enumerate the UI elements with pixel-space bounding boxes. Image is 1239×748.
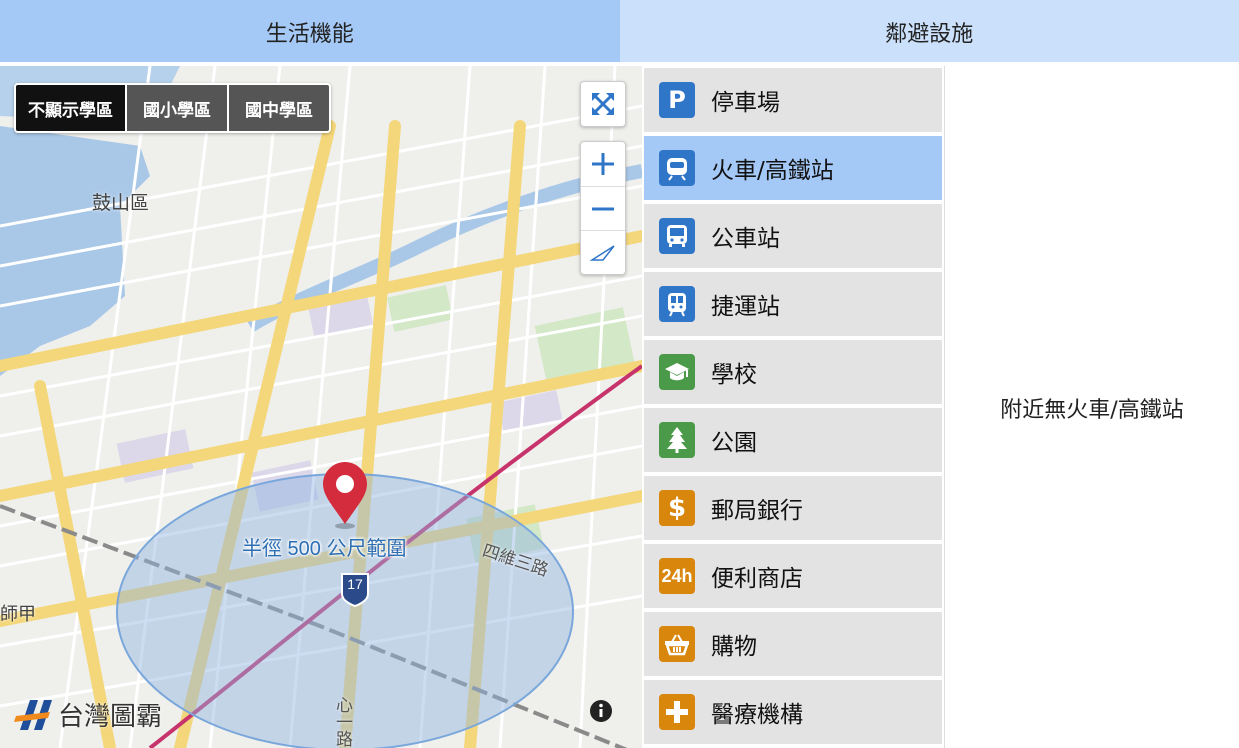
category-label: 公園 bbox=[711, 430, 757, 456]
category-item-park[interactable]: 公園 bbox=[644, 408, 942, 472]
fullscreen-icon bbox=[592, 93, 614, 115]
tab-life-functions[interactable]: 生活機能 bbox=[0, 0, 620, 64]
tab-nimby-facilities[interactable]: 鄰避設施 bbox=[619, 0, 1239, 64]
category-label: 醫療機構 bbox=[711, 702, 803, 728]
category-item-metro[interactable]: 捷運站 bbox=[644, 272, 942, 336]
category-item-convenience-store[interactable]: 24h 便利商店 bbox=[644, 544, 942, 608]
category-item-shopping[interactable]: 購物 bbox=[644, 612, 942, 676]
category-label: 火車/高鐵站 bbox=[711, 158, 834, 184]
school-district-toggle: 不顯示學區 國小學區 國中學區 bbox=[14, 83, 331, 133]
zoom-out-button[interactable] bbox=[581, 186, 625, 230]
info-icon[interactable] bbox=[589, 699, 613, 723]
taiwan-map-logo-icon bbox=[14, 699, 52, 730]
route-shield-number: 17 bbox=[347, 576, 363, 592]
category-item-parking[interactable]: P 停車場 bbox=[644, 68, 942, 132]
category-label: 捷運站 bbox=[711, 294, 780, 320]
map-canvas[interactable] bbox=[0, 66, 642, 748]
elementary-school-district-button[interactable]: 國小學區 bbox=[125, 85, 227, 131]
district-label-shijia: 師甲 bbox=[0, 604, 36, 625]
zoom-control bbox=[580, 141, 626, 275]
category-item-school[interactable]: 學校 bbox=[644, 340, 942, 404]
junior-high-district-button[interactable]: 國中學區 bbox=[227, 85, 329, 131]
road-label-xinyi: 心一路 bbox=[332, 696, 352, 747]
school-icon bbox=[659, 354, 695, 390]
category-label: 公車站 bbox=[711, 226, 780, 252]
fullscreen-button[interactable] bbox=[581, 82, 625, 126]
bus-icon bbox=[659, 218, 695, 254]
category-item-medical[interactable]: 醫療機構 bbox=[644, 680, 942, 744]
zoom-in-button[interactable] bbox=[581, 142, 625, 186]
top-tabs: 生活機能 鄰避設施 bbox=[0, 0, 1239, 64]
category-label: 購物 bbox=[711, 634, 757, 660]
hide-school-district-button[interactable]: 不顯示學區 bbox=[16, 85, 125, 131]
category-label: 停車場 bbox=[711, 90, 780, 116]
shopping-basket-icon bbox=[659, 626, 695, 662]
category-list: P 停車場 火車/高鐵站 公車站 捷運站 學校 公園 $ 郵局銀行 24h 便利… bbox=[642, 66, 944, 748]
train-icon bbox=[659, 150, 695, 186]
metro-icon bbox=[659, 286, 695, 322]
category-item-train[interactable]: 火車/高鐵站 bbox=[644, 136, 942, 200]
category-label: 學校 bbox=[711, 362, 757, 388]
compass-button[interactable] bbox=[581, 230, 625, 274]
results-panel: 附近無火車/高鐵站 bbox=[944, 66, 1239, 748]
medical-icon bbox=[659, 694, 695, 730]
parking-icon: P bbox=[659, 82, 695, 118]
convenience-store-icon: 24h bbox=[659, 558, 695, 594]
category-label: 郵局銀行 bbox=[711, 498, 803, 524]
bank-icon: $ bbox=[659, 490, 695, 526]
empty-result-message: 附近無火車/高鐵站 bbox=[1000, 398, 1184, 423]
fullscreen-control bbox=[580, 81, 626, 127]
map-logo: 台灣圖霸 bbox=[14, 696, 162, 733]
category-item-bank[interactable]: $ 郵局銀行 bbox=[644, 476, 942, 540]
map-view[interactable]: 17 鼓山區 師甲 四維三路 心一路 不顯示學區 國小學區 國中學區 半徑 50… bbox=[0, 66, 642, 748]
district-label-gushan: 鼓山區 bbox=[92, 192, 150, 214]
category-label: 便利商店 bbox=[711, 566, 803, 592]
park-icon bbox=[659, 422, 695, 458]
zoom-in-icon bbox=[592, 153, 614, 175]
logo-text: 台灣圖霸 bbox=[58, 702, 163, 732]
compass-icon bbox=[590, 244, 615, 261]
zoom-out-icon bbox=[592, 207, 614, 210]
category-item-bus[interactable]: 公車站 bbox=[644, 204, 942, 268]
radius-label: 半徑 500 公尺範圍 bbox=[242, 538, 407, 560]
